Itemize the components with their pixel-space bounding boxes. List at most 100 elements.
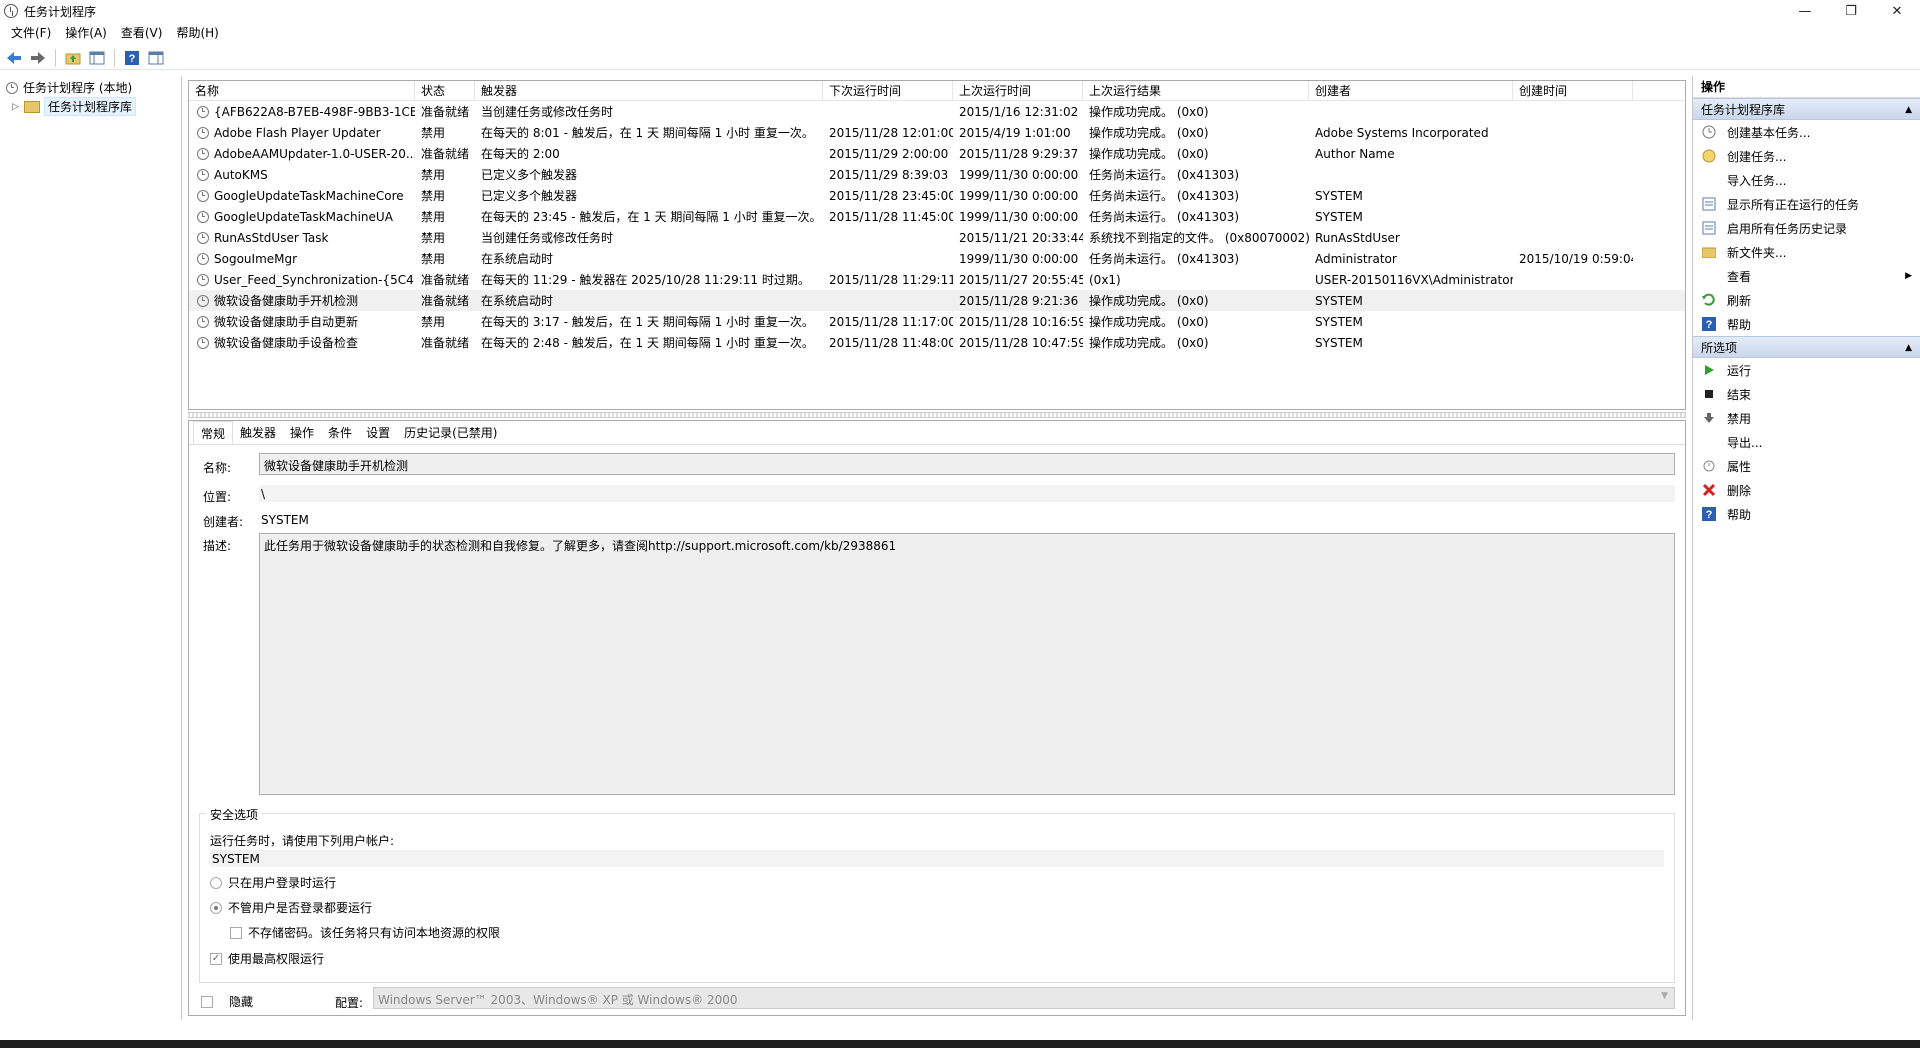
checkbox-highest-privileges[interactable]: ✓ <box>210 952 222 965</box>
collapse-caret-icon[interactable]: ▲ <box>1905 337 1912 359</box>
section-task-library[interactable]: 任务计划程序库 ▲ <box>1693 98 1920 120</box>
task-row[interactable]: 微软设备健康助手开机检测 准备就绪 在系统启动时 2015/11/28 9:21:36… <box>189 290 1685 311</box>
action-item[interactable]: 禁用 <box>1693 406 1920 430</box>
option-no-password[interactable]: 不存储密码。该任务将只有访问本地资源的权限 <box>230 924 500 941</box>
submenu-arrow-icon: ▶ <box>1905 271 1912 281</box>
task-cell-author: Administrator <box>1315 251 1397 266</box>
restore-button[interactable]: ❐ <box>1828 0 1874 22</box>
column-last-result[interactable]: 上次运行结果 <box>1083 81 1309 100</box>
action-item[interactable]: 启用所有任务历史记录 <box>1693 216 1920 240</box>
collapse-caret-icon[interactable]: ▲ <box>1905 99 1912 121</box>
task-cell-status: 禁用 <box>421 315 446 329</box>
task-cell-last: 1999/11/30 0:00:00 <box>959 188 1079 203</box>
action-item[interactable]: 运行 <box>1693 358 1920 382</box>
close-button[interactable]: ✕ <box>1874 0 1920 22</box>
tab-history[interactable]: 历史记录(已禁用) <box>397 421 504 444</box>
action-item[interactable]: 导入任务... <box>1693 168 1920 192</box>
section-selected-item[interactable]: 所选项 ▲ <box>1693 336 1920 358</box>
action-item[interactable]: 显示所有正在运行的任务 <box>1693 192 1920 216</box>
minimize-button[interactable]: — <box>1782 0 1828 22</box>
task-row[interactable]: AutoKMS 禁用 已定义多个触发器 2015/11/29 8:39:03 1999/… <box>189 164 1685 185</box>
action-item[interactable]: ? 帮助 <box>1693 502 1920 526</box>
option-logged-on[interactable]: 只在用户登录时运行 <box>210 874 336 891</box>
end-icon <box>1701 386 1717 402</box>
tab-actions[interactable]: 操作 <box>283 421 321 444</box>
radio-whether-logged-on[interactable] <box>210 901 222 914</box>
task-cell-result: 任务尚未运行。 (0x41303) <box>1089 210 1240 224</box>
option-hidden[interactable]: 隐藏 <box>201 993 253 1010</box>
task-row[interactable]: GoogleUpdateTaskMachineCore 禁用 已定义多个触发器 201… <box>189 185 1685 206</box>
tab-conditions[interactable]: 条件 <box>321 421 359 444</box>
forward-arrow-icon[interactable] <box>28 48 48 68</box>
task-row[interactable]: 微软设备健康助手设备检查 准备就绪 在每天的 2:48 - 触发后，在 1 天 期间… <box>189 332 1685 353</box>
menu-file[interactable]: 文件(F) <box>4 23 58 43</box>
folder-icon <box>24 100 40 113</box>
column-author[interactable]: 创建者 <box>1309 81 1513 100</box>
task-row[interactable]: {AFB622A8-B7EB-498F-9BB3-1CB... 准备就绪 当创建任务… <box>189 101 1685 122</box>
task-row[interactable]: SogouImeMgr 禁用 在系统启动时 1999/11/30 0:00:00 任务尚… <box>189 248 1685 269</box>
action-item[interactable]: 新文件夹... <box>1693 240 1920 264</box>
task-cell-name: {AFB622A8-B7EB-498F-9BB3-1CB... <box>189 105 415 119</box>
task-scheduler-icon <box>4 4 18 18</box>
action-item[interactable]: 删除 <box>1693 478 1920 502</box>
action-item[interactable]: 刷新 <box>1693 288 1920 312</box>
run-as-user: SYSTEM <box>210 850 1664 867</box>
column-status[interactable]: 状态 <box>415 81 475 100</box>
tab-general[interactable]: 常规 <box>193 421 234 444</box>
task-row[interactable]: GoogleUpdateTaskMachineUA 禁用 在每天的 23:45 - … <box>189 206 1685 227</box>
action-item[interactable]: 创建基本任务... <box>1693 120 1920 144</box>
run-as-label: 运行任务时，请使用下列用户帐户: <box>210 834 395 848</box>
task-cell-result: 任务尚未运行。 (0x41303) <box>1089 252 1240 266</box>
help-icon[interactable]: ? <box>122 48 142 68</box>
action-item[interactable]: 查看 ▶ <box>1693 264 1920 288</box>
radio-logged-on[interactable] <box>210 876 222 889</box>
task-cell-result: 任务尚未运行。 (0x41303) <box>1089 168 1240 182</box>
task-cell-next: 2015/11/28 11:45:00 <box>829 209 953 224</box>
checkbox-no-password[interactable] <box>230 926 242 939</box>
show-hide-action-pane-icon[interactable] <box>146 48 166 68</box>
column-last-run[interactable]: 上次运行时间 <box>953 81 1083 100</box>
option-whether-logged-on[interactable]: 不管用户是否登录都要运行 <box>210 899 372 916</box>
menu-action[interactable]: 操作(A) <box>58 23 114 43</box>
checkbox-hidden[interactable] <box>201 995 213 1008</box>
pane-splitter[interactable] <box>188 412 1686 418</box>
action-item[interactable]: ? 帮助 <box>1693 312 1920 336</box>
tab-triggers[interactable]: 触发器 <box>233 421 283 444</box>
show-hide-tree-icon[interactable] <box>87 48 107 68</box>
task-row[interactable]: Adobe Flash Player Updater 禁用 在每天的 8:01 - … <box>189 122 1685 143</box>
task-cell-name: GoogleUpdateTaskMachineUA <box>189 210 415 224</box>
action-item[interactable]: 创建任务... <box>1693 144 1920 168</box>
task-row[interactable]: AdobeAAMUpdater-1.0-USER-20... 准备就绪 在每天的 2… <box>189 143 1685 164</box>
task-cell-last: 2015/11/28 10:16:59 <box>959 314 1083 329</box>
column-next-run[interactable]: 下次运行时间 <box>823 81 953 100</box>
column-trigger[interactable]: 触发器 <box>475 81 823 100</box>
up-folder-icon[interactable] <box>63 48 83 68</box>
back-arrow-icon[interactable] <box>4 48 24 68</box>
action-item[interactable]: 导出... <box>1693 430 1920 454</box>
task-row[interactable]: RunAsStdUser Task 禁用 当创建任务或修改任务时 2015/11/21… <box>189 227 1685 248</box>
action-label: 导出... <box>1727 435 1763 450</box>
description-field[interactable]: 此任务用于微软设备健康助手的状态检测和自我修复。了解更多，请查阅http://s… <box>259 533 1675 795</box>
expand-arrow-icon[interactable]: ▷ <box>12 102 20 112</box>
name-field[interactable]: 微软设备健康助手开机检测 <box>259 453 1675 475</box>
task-cell-author: SYSTEM <box>1315 188 1363 203</box>
config-value: Windows Server™ 2003、Windows® XP 或 Windo… <box>378 993 738 1007</box>
task-row[interactable]: 微软设备健康助手自动更新 禁用 在每天的 3:17 - 触发后，在 1 天 期间每隔… <box>189 311 1685 332</box>
task-cell-last: 2015/4/19 1:01:00 <box>959 125 1071 140</box>
column-created[interactable]: 创建时间 <box>1513 81 1633 100</box>
task-name-text: {AFB622A8-B7EB-498F-9BB3-1CB... <box>214 104 415 119</box>
tab-settings[interactable]: 设置 <box>359 421 397 444</box>
menu-view[interactable]: 查看(V) <box>114 23 170 43</box>
config-dropdown[interactable]: Windows Server™ 2003、Windows® XP 或 Windo… <box>373 987 1675 1009</box>
action-item[interactable]: 属性 <box>1693 454 1920 478</box>
task-row[interactable]: User_Feed_Synchronization-{5C4... 准备就绪 在每天… <box>189 269 1685 290</box>
column-name[interactable]: 名称 <box>189 81 415 100</box>
task-cell-status: 禁用 <box>421 168 446 182</box>
action-item[interactable]: 结束 <box>1693 382 1920 406</box>
tree-task-library[interactable]: ▷ 任务计划程序库 <box>0 97 181 116</box>
menu-help[interactable]: 帮助(H) <box>169 23 225 43</box>
option-highest-privileges[interactable]: ✓ 使用最高权限运行 <box>210 950 324 967</box>
navigation-tree: 任务计划程序 (本地) ▷ 任务计划程序库 <box>0 76 182 1020</box>
tree-root[interactable]: 任务计划程序 (本地) <box>0 78 181 97</box>
task-cell-last: 2015/11/28 9:29:37 <box>959 146 1079 161</box>
